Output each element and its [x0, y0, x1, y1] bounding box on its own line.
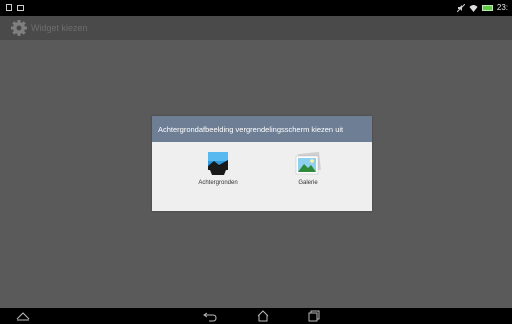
action-bar: Widget kiezen [0, 16, 512, 40]
lockscreen-wallpaper-dialog: Achtergrondafbeelding vergrendelingssche… [152, 116, 372, 211]
dialog-title: Achtergrondafbeelding vergrendelingssche… [152, 116, 372, 142]
notification-icon [6, 4, 12, 11]
wallpapers-label: Achtergronden [198, 180, 238, 186]
gallery-option[interactable]: Galerie [268, 152, 348, 186]
mute-icon [456, 3, 465, 12]
page-title: Widget kiezen [31, 23, 88, 33]
up-icon[interactable] [16, 310, 30, 322]
gallery-label: Galerie [298, 180, 318, 186]
status-bar: 23: [0, 0, 512, 16]
screenshot-icon [17, 5, 24, 11]
navigation-bar [0, 308, 512, 324]
clock: 23: [496, 3, 508, 12]
back-icon[interactable] [203, 310, 217, 322]
wallpapers-option[interactable]: Achtergronden [178, 152, 258, 186]
recents-icon[interactable] [307, 310, 321, 322]
gallery-icon [295, 152, 321, 175]
gear-icon[interactable] [10, 19, 28, 37]
wifi-icon [469, 4, 478, 12]
home-icon[interactable] [256, 310, 270, 322]
battery-icon [481, 4, 493, 11]
wallpaper-icon [208, 152, 228, 175]
